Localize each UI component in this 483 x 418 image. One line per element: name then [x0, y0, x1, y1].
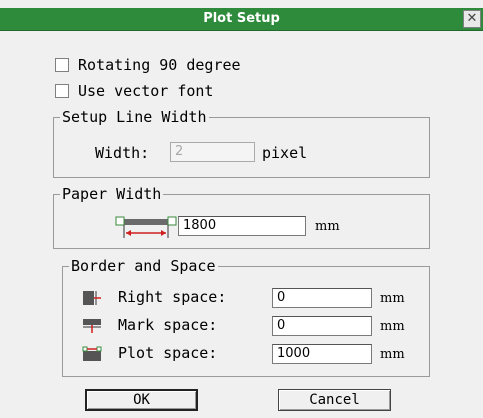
pixel-unit-label: pixel	[262, 144, 308, 162]
plot-space-label: Plot space:	[118, 344, 218, 362]
paper-width-legend: Paper Width	[62, 185, 162, 203]
ok-button[interactable]: OK	[85, 389, 198, 411]
mark-space-label: Mark space:	[118, 316, 218, 334]
right-space-input[interactable]: 0	[272, 288, 372, 308]
width-label: Width:	[95, 144, 150, 162]
paper-width-unit: mm	[315, 219, 340, 234]
border-space-legend: Border and Space	[71, 257, 216, 275]
right-space-label: Right space:	[118, 288, 227, 306]
close-button[interactable]: ✕	[463, 10, 481, 28]
right-space-icon	[83, 291, 101, 305]
rotating-label: Rotating 90 degree	[78, 56, 241, 74]
mark-space-icon	[83, 319, 101, 333]
plot-space-input[interactable]: 1000	[272, 344, 372, 364]
rotating-checkbox[interactable]	[55, 58, 69, 72]
right-space-unit: mm	[380, 291, 405, 306]
plot-space-unit: mm	[380, 347, 405, 362]
paper-width-icon	[115, 216, 177, 238]
line-width-legend: Setup Line Width	[62, 108, 207, 126]
title-bar[interactable]: Plot Setup ✕	[0, 8, 483, 31]
vector-font-checkbox[interactable]	[55, 84, 69, 98]
plot-space-icon	[82, 346, 102, 361]
vector-font-checkbox-row[interactable]: Use vector font	[55, 82, 213, 100]
paper-width-input[interactable]: 1800	[178, 216, 306, 236]
rotating-checkbox-row[interactable]: Rotating 90 degree	[55, 56, 241, 74]
cancel-button[interactable]: Cancel	[278, 389, 391, 411]
dialog-title: Plot Setup	[203, 11, 280, 26]
close-icon: ✕	[466, 11, 478, 26]
plot-setup-dialog: Plot Setup ✕ Rotating 90 degree Use vect…	[0, 0, 483, 418]
line-width-input[interactable]: 2	[170, 142, 255, 162]
mark-space-unit: mm	[380, 319, 405, 334]
vector-font-label: Use vector font	[78, 82, 214, 100]
mark-space-input[interactable]: 0	[272, 316, 372, 336]
